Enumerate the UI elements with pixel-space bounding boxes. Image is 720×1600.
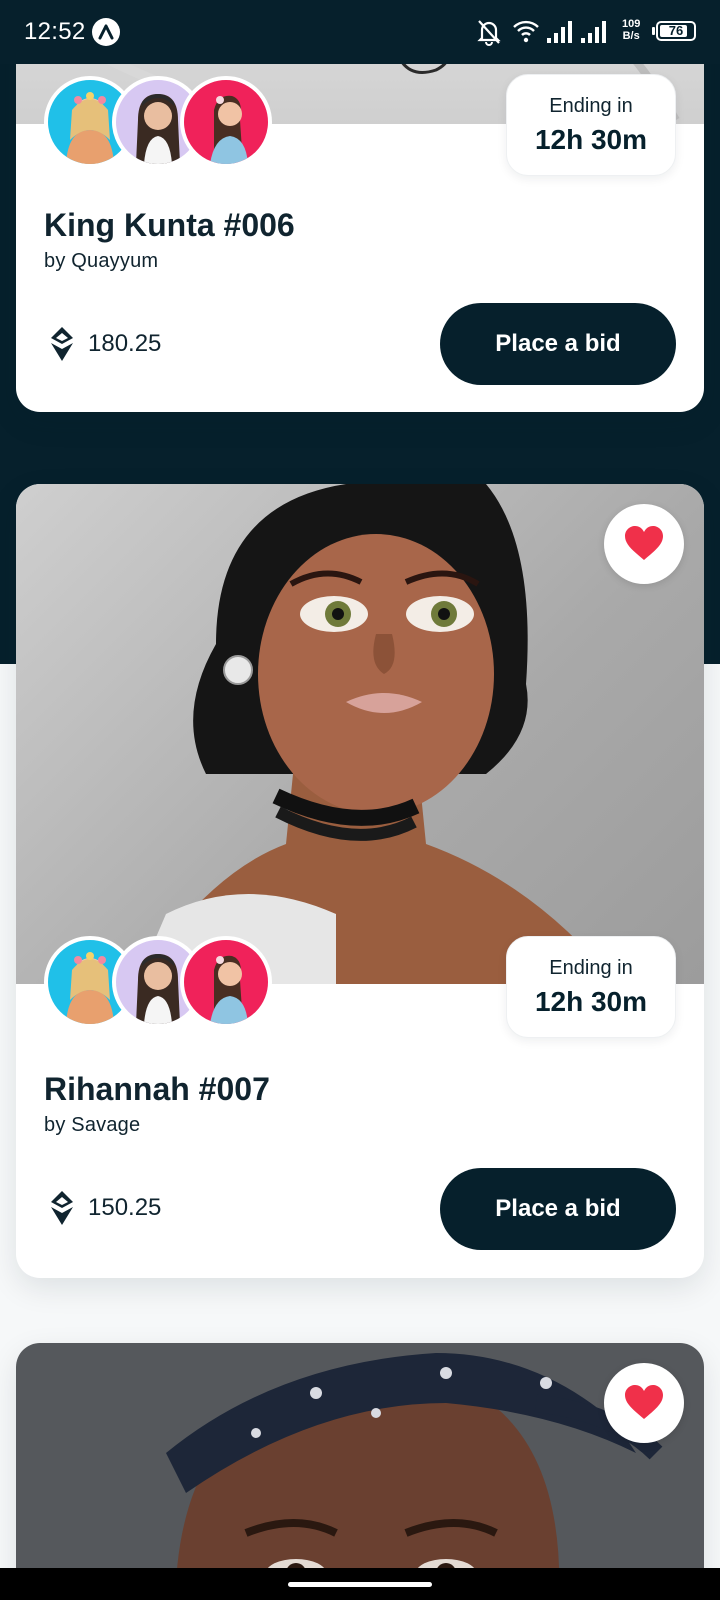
place-bid-button[interactable]: Place a bid	[440, 303, 676, 385]
heart-icon	[625, 526, 663, 560]
heart-icon	[625, 1385, 663, 1419]
bidder-avatars[interactable]	[44, 76, 276, 168]
navigation-bar	[0, 1568, 720, 1600]
nft-title: Rihannah #007	[44, 1071, 270, 1107]
status-time: 12:52	[24, 18, 86, 45]
network-speed-value: 109	[622, 18, 641, 30]
nft-creator[interactable]: by Savage	[44, 1114, 140, 1137]
nft-creator[interactable]: by Quayyum	[44, 250, 158, 273]
home-indicator[interactable]	[288, 1582, 432, 1587]
avatar[interactable]	[180, 76, 272, 168]
status-bar: 12:52 109 B/s 76	[0, 0, 720, 64]
silent-bell-icon	[477, 20, 501, 46]
favorite-button[interactable]	[604, 1363, 684, 1443]
ending-time: 12h 30m	[534, 986, 648, 1017]
nft-title: King Kunta #006	[44, 207, 295, 243]
signal-icon	[547, 21, 572, 43]
favorite-button[interactable]	[604, 504, 684, 584]
eth-icon	[51, 327, 73, 361]
nft-image[interactable]	[16, 484, 704, 984]
battery-tip	[652, 27, 655, 35]
bidder-avatars[interactable]	[44, 936, 276, 1028]
battery-icon: 76	[656, 21, 696, 41]
battery-level: 76	[668, 23, 684, 38]
app-badge-icon	[92, 18, 120, 46]
nft-image[interactable]	[16, 1343, 704, 1600]
eth-icon	[51, 1191, 73, 1225]
place-bid-button[interactable]: Place a bid	[440, 1168, 676, 1250]
auction-timer: Ending in 12h 30m	[506, 74, 676, 176]
ending-time: 12h 30m	[534, 124, 648, 155]
avatar[interactable]	[180, 936, 272, 1028]
ending-label: Ending in	[549, 957, 633, 979]
nft-card[interactable]: Ending in 12h 30m Rihannah #007 by Savag…	[16, 484, 704, 1278]
network-speed-unit: B/s	[622, 30, 640, 42]
network-speed: 109 B/s	[622, 18, 640, 42]
wifi-icon	[513, 20, 539, 43]
signal-icon	[581, 21, 606, 43]
price-value: 180.25	[88, 330, 162, 357]
ending-label: Ending in	[549, 95, 633, 117]
price-value: 150.25	[88, 1194, 162, 1221]
nft-card[interactable]	[16, 1343, 704, 1600]
auction-timer: Ending in 12h 30m	[506, 936, 676, 1038]
